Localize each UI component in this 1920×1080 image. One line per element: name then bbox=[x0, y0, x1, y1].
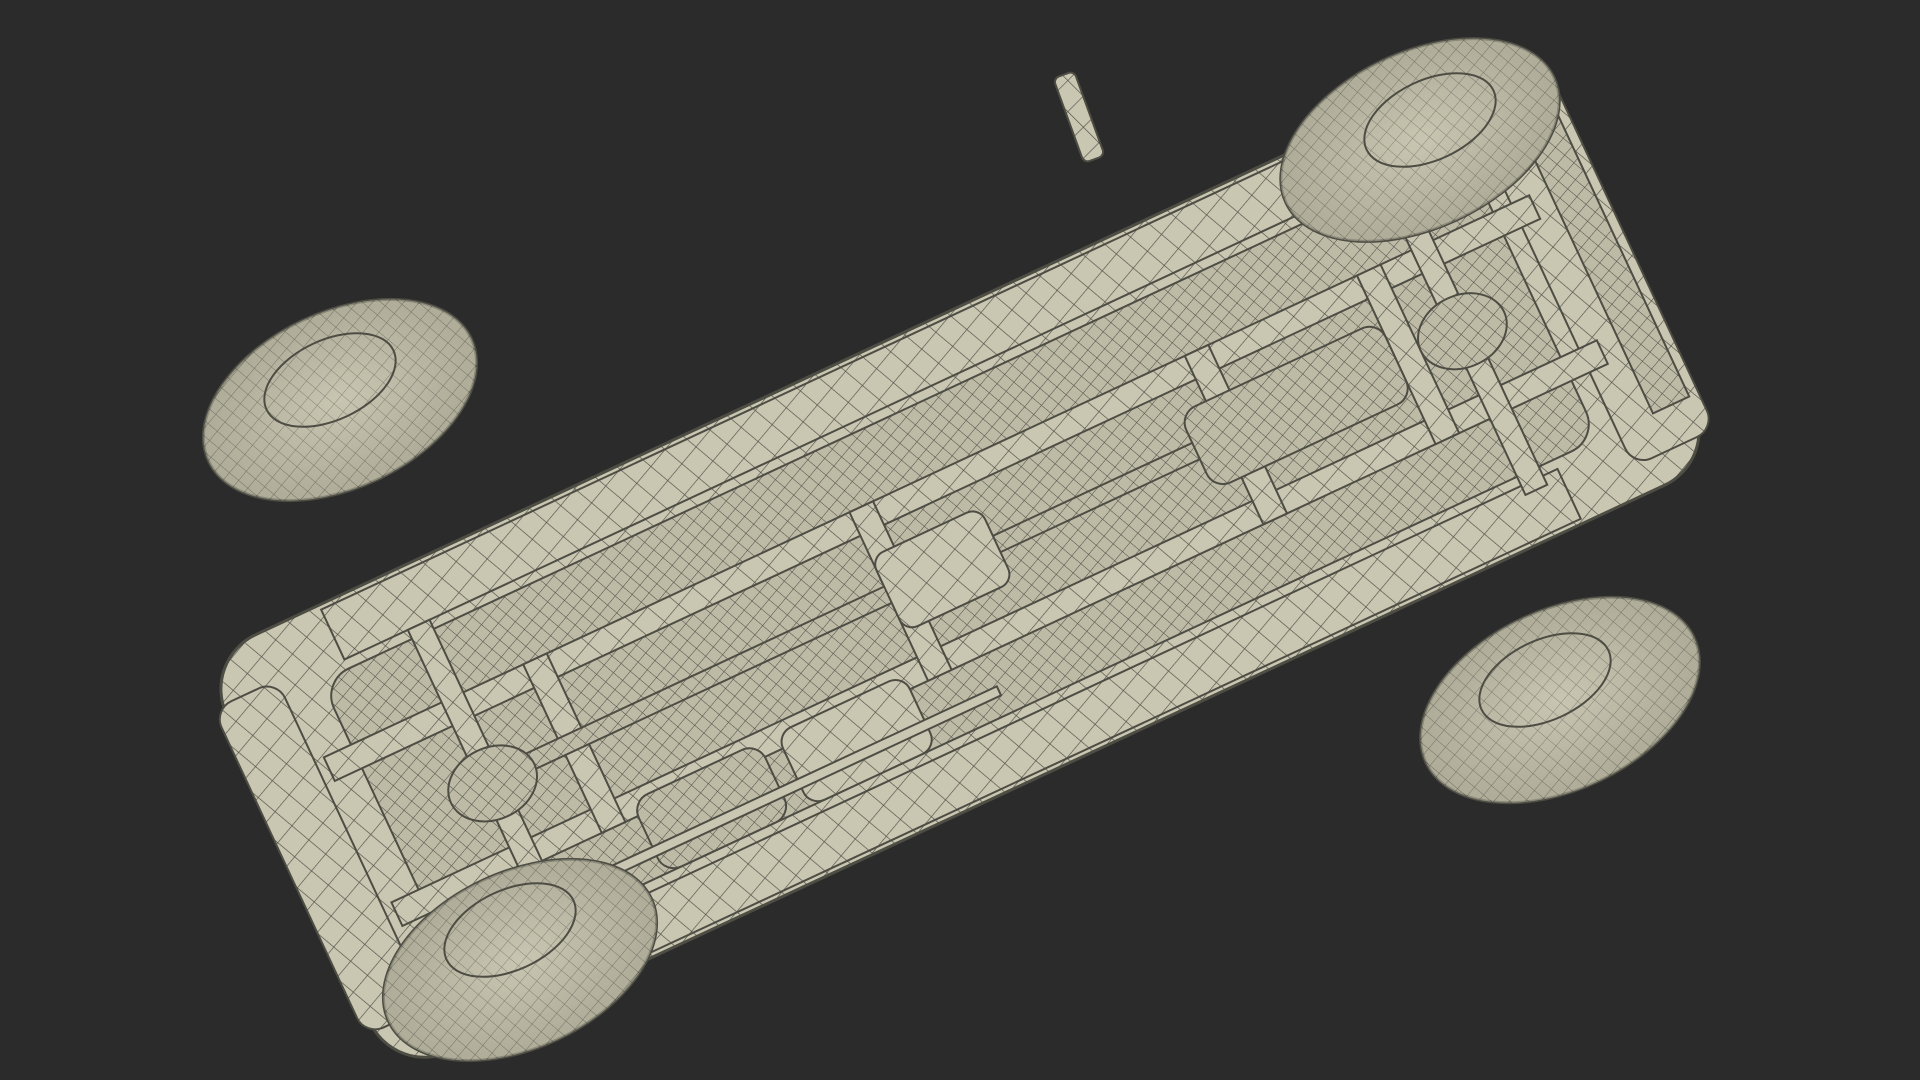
wheel-rear-left bbox=[201, 297, 479, 503]
render-viewport bbox=[0, 0, 1920, 1080]
car-underside-wireframe-render bbox=[201, 37, 1710, 1063]
wheel-front-right bbox=[1419, 595, 1701, 805]
side-mirror bbox=[1053, 71, 1105, 163]
